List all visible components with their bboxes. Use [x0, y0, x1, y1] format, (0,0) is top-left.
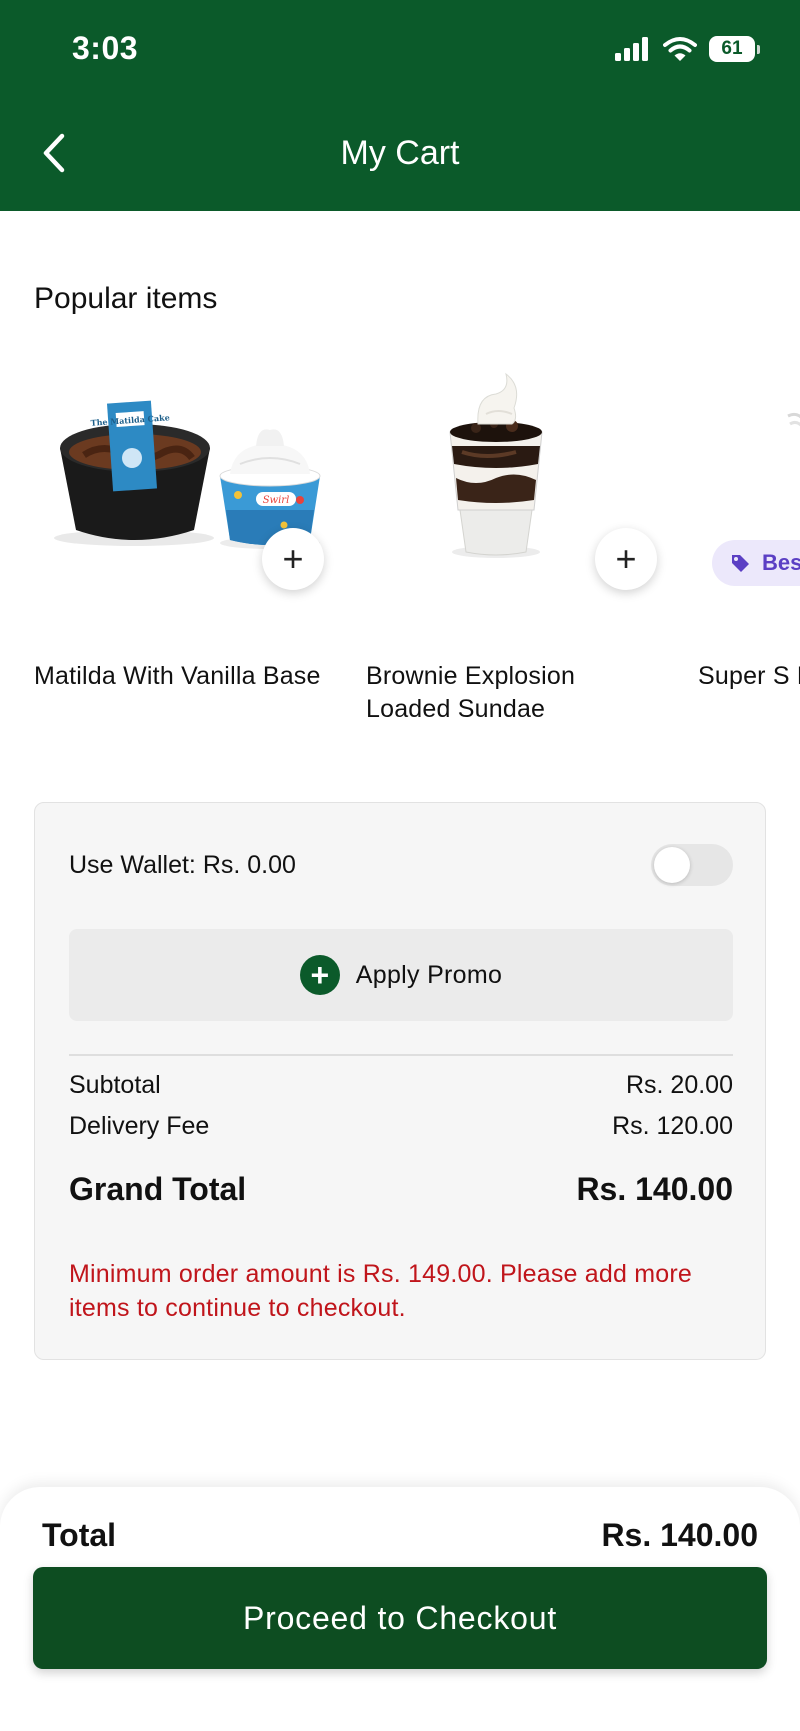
product-name: Matilda With Vanilla Base [34, 662, 321, 690]
status-time: 3:03 [72, 30, 139, 66]
bestseller-badge: Bes [712, 540, 800, 586]
grand-total-row: Grand Total Rs. 140.00 [69, 1171, 733, 1208]
divider [69, 1054, 733, 1056]
wifi-icon [663, 37, 697, 61]
grand-total-value: Rs. 140.00 [576, 1171, 733, 1207]
subtotal-label: Subtotal [69, 1071, 161, 1099]
order-summary-card: Use Wallet: Rs. 0.00 + Apply Promo Subto… [34, 802, 766, 1360]
tag-icon [732, 555, 749, 572]
badge-label: Bes [762, 550, 800, 575]
plus-icon: + [615, 538, 637, 579]
wallet-row: Use Wallet: Rs. 0.00 [69, 843, 733, 887]
delivery-fee-label: Delivery Fee [69, 1112, 210, 1140]
add-to-cart-button[interactable]: + [595, 528, 657, 590]
page-title: My Cart [340, 134, 460, 172]
toggle-knob [654, 847, 690, 883]
minimum-order-warning: Minimum order amount is Rs. 149.00. Plea… [69, 1260, 692, 1322]
battery-level: 61 [709, 36, 755, 62]
app-header: 3:03 61 My Cart [0, 0, 800, 211]
wallet-toggle[interactable] [651, 844, 733, 886]
delivery-fee-value: Rs. 120.00 [612, 1112, 733, 1140]
product-name: Brownie Explosion Loaded Sundae [366, 662, 576, 723]
apply-promo-button[interactable]: + Apply Promo [69, 929, 733, 1021]
checkout-bar: Total Rs. 140.00 Proceed to Checkout [0, 1487, 800, 1731]
subtotal-value: Rs. 20.00 [625, 1071, 733, 1099]
grand-total-label: Grand Total [69, 1171, 247, 1207]
battery-icon: 61 [709, 36, 760, 62]
plus-icon: + [282, 538, 304, 579]
total-label: Total [42, 1517, 117, 1553]
plus-circle-icon: + [299, 955, 340, 995]
popular-items-carousel[interactable]: The Matilda Cake Swirl + Matilda With Va… [0, 360, 800, 740]
delivery-fee-row: Delivery Fee Rs. 120.00 [69, 1112, 733, 1141]
popular-items-title: Popular items [34, 282, 218, 315]
apply-promo-label: Apply Promo [355, 960, 503, 989]
popular-item-card[interactable]: + Brownie Explosion Loaded Sundae [366, 360, 666, 740]
total-value: Rs. 140.00 [601, 1517, 758, 1553]
total-row: Total Rs. 140.00 [42, 1517, 758, 1554]
popular-item-card[interactable]: Bes Super S Fudge L [698, 360, 800, 740]
subtotal-row: Subtotal Rs. 20.00 [69, 1071, 733, 1100]
popular-item-card[interactable]: The Matilda Cake Swirl + Matilda With Va… [34, 360, 334, 740]
proceed-to-checkout-button[interactable]: Proceed to Checkout [33, 1567, 767, 1669]
wallet-label: Use Wallet: Rs. 0.00 [69, 850, 296, 879]
cup-label: Swirl [263, 495, 290, 506]
add-to-cart-button[interactable]: + [262, 528, 324, 590]
signal-icon [615, 37, 648, 61]
status-icons: 61 [615, 36, 760, 62]
product-name: Super S Fudge L [698, 662, 800, 690]
